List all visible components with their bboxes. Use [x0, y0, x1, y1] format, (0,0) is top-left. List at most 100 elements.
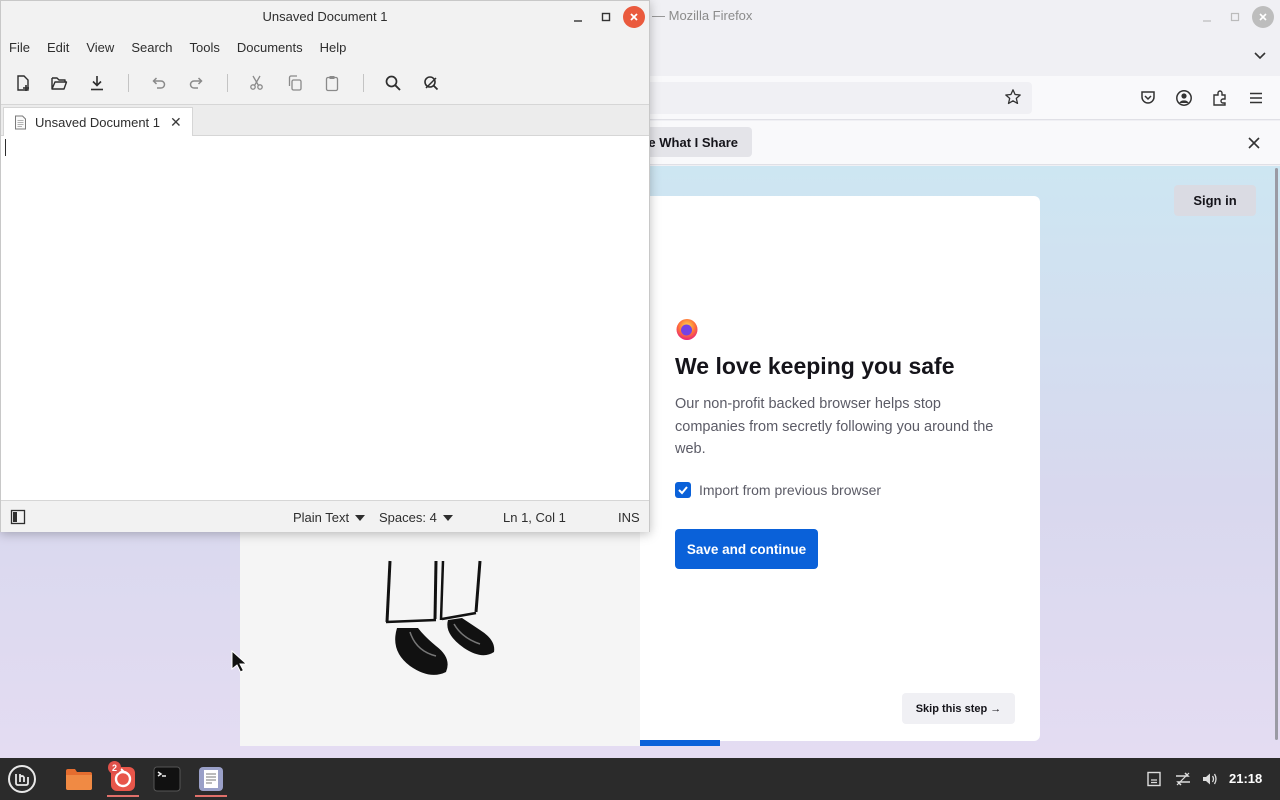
tray-notes[interactable] — [1145, 770, 1163, 788]
list-all-tabs-button[interactable] — [1249, 44, 1271, 66]
onboarding-description: Our non-profit backed browser helps stop… — [675, 396, 994, 457]
text-editor-window: Unsaved Document 1 File Edit View Search… — [0, 0, 650, 532]
firefox-maximize-button[interactable] — [1224, 6, 1246, 28]
clock[interactable]: 21:18 — [1229, 771, 1262, 786]
toolbar-separator — [363, 74, 364, 92]
redo-icon — [189, 77, 203, 89]
language-label: Plain Text — [293, 510, 350, 525]
taskbar-files[interactable] — [61, 761, 97, 797]
find-button[interactable] — [380, 71, 406, 95]
network-icon — [1176, 772, 1190, 786]
language-selector[interactable]: Plain Text — [293, 510, 366, 525]
start-menu-button[interactable] — [4, 761, 40, 797]
close-icon — [1248, 137, 1260, 149]
text-cursor — [5, 139, 6, 156]
pocket-icon[interactable] — [1136, 86, 1160, 110]
redo-button[interactable] — [183, 71, 209, 95]
copy-icon — [288, 75, 302, 91]
save-button[interactable] — [84, 71, 110, 95]
notification-badge: 2 — [108, 761, 121, 774]
onboarding-panel: We love keeping you safe Our non-profit … — [640, 196, 1040, 741]
insert-mode: INS — [618, 510, 640, 525]
undo-button[interactable] — [146, 71, 172, 95]
menu-file[interactable]: File — [9, 40, 30, 55]
menu-search[interactable]: Search — [131, 40, 172, 55]
open-button[interactable] — [46, 71, 72, 95]
text-document-icon — [15, 115, 26, 129]
firefox-close-button[interactable] — [1252, 6, 1274, 28]
firefox-logo-icon — [675, 317, 699, 341]
mint-logo-icon — [8, 765, 36, 793]
url-bar[interactable] — [640, 82, 1032, 114]
editor-close-button[interactable] — [623, 6, 645, 28]
taskbar-text-editor[interactable] — [193, 761, 229, 797]
indentation-label: Spaces: 4 — [379, 510, 437, 525]
search-icon — [385, 75, 401, 91]
tray-volume[interactable] — [1201, 770, 1219, 788]
clipboard-icon — [325, 76, 339, 92]
active-indicator — [195, 795, 227, 797]
active-indicator — [107, 795, 139, 797]
dropdown-arrow-icon — [442, 514, 453, 521]
tab-close-icon[interactable]: ✕ — [170, 114, 182, 131]
find-replace-button[interactable] — [418, 71, 444, 95]
document-tab-label: Unsaved Document 1 — [35, 114, 161, 130]
find-replace-icon — [424, 76, 439, 91]
import-checkbox-row[interactable]: Import from previous browser — [675, 482, 881, 498]
checkmark-icon — [678, 486, 688, 495]
save-and-continue-button[interactable]: Save and continue — [675, 529, 818, 569]
menu-tools[interactable]: Tools — [190, 40, 220, 55]
tray-network[interactable] — [1174, 770, 1192, 788]
sign-in-button[interactable]: Sign in — [1174, 185, 1256, 216]
extensions-icon[interactable] — [1208, 86, 1232, 110]
paste-button[interactable] — [319, 71, 345, 95]
editor-menubar: File Edit View Search Tools Documents He… — [1, 33, 649, 61]
open-folder-icon — [51, 77, 68, 90]
dropdown-arrow-icon — [355, 514, 366, 521]
minimize-icon — [574, 20, 582, 22]
bookmark-star-icon[interactable] — [1004, 88, 1022, 111]
text-editor-icon — [199, 767, 223, 791]
page-scrollbar[interactable] — [1275, 168, 1278, 740]
side-panel-icon — [10, 509, 26, 525]
cut-button[interactable] — [244, 71, 270, 95]
editor-minimize-button[interactable] — [567, 6, 589, 28]
side-panel-toggle[interactable] — [10, 509, 26, 528]
editor-maximize-button[interactable] — [595, 6, 617, 28]
taskbar: 2 21:18 — [0, 758, 1280, 800]
hamburger-menu-icon[interactable] — [1244, 86, 1268, 110]
notification-close-button[interactable] — [1242, 131, 1266, 155]
cursor-position: Ln 1, Col 1 — [503, 510, 566, 525]
firefox-minimize-button[interactable] — [1196, 6, 1218, 28]
editor-titlebar[interactable]: Unsaved Document 1 — [1, 1, 649, 33]
menu-documents[interactable]: Documents — [237, 40, 303, 55]
scissors-icon — [250, 75, 263, 90]
mouse-pointer-icon — [231, 649, 249, 679]
maximize-icon — [601, 12, 611, 22]
copy-button[interactable] — [282, 71, 308, 95]
editor-window-title: Unsaved Document 1 — [262, 9, 388, 24]
menu-edit[interactable]: Edit — [47, 40, 69, 55]
document-tab[interactable]: Unsaved Document 1 ✕ — [3, 107, 193, 136]
indentation-selector[interactable]: Spaces: 4 — [379, 510, 453, 525]
taskbar-terminal[interactable] — [149, 761, 185, 797]
chevron-down-icon — [1254, 52, 1266, 60]
firefox-window-title: — Mozilla Firefox — [652, 8, 753, 23]
skip-step-button[interactable]: Skip this step → — [902, 693, 1015, 724]
account-icon[interactable] — [1172, 86, 1196, 110]
new-document-button[interactable] — [10, 71, 36, 95]
folder-icon — [66, 769, 92, 790]
volume-icon — [1203, 773, 1217, 785]
menu-help[interactable]: Help — [320, 40, 347, 55]
document-tabbar: Unsaved Document 1 ✕ — [1, 105, 649, 136]
import-checkbox-label[interactable]: Import from previous browser — [699, 482, 881, 498]
import-checkbox[interactable] — [675, 482, 691, 498]
editor-text-area[interactable] — [1, 136, 649, 500]
menu-view[interactable]: View — [86, 40, 114, 55]
download-save-icon — [91, 76, 103, 91]
editor-statusbar: Plain Text Spaces: 4 Ln 1, Col 1 INS — [1, 500, 649, 532]
close-icon — [630, 13, 638, 21]
onboarding-title: We love keeping you safe — [675, 353, 955, 379]
terminal-icon — [153, 766, 181, 792]
onboarding-progress-bar — [640, 740, 720, 746]
